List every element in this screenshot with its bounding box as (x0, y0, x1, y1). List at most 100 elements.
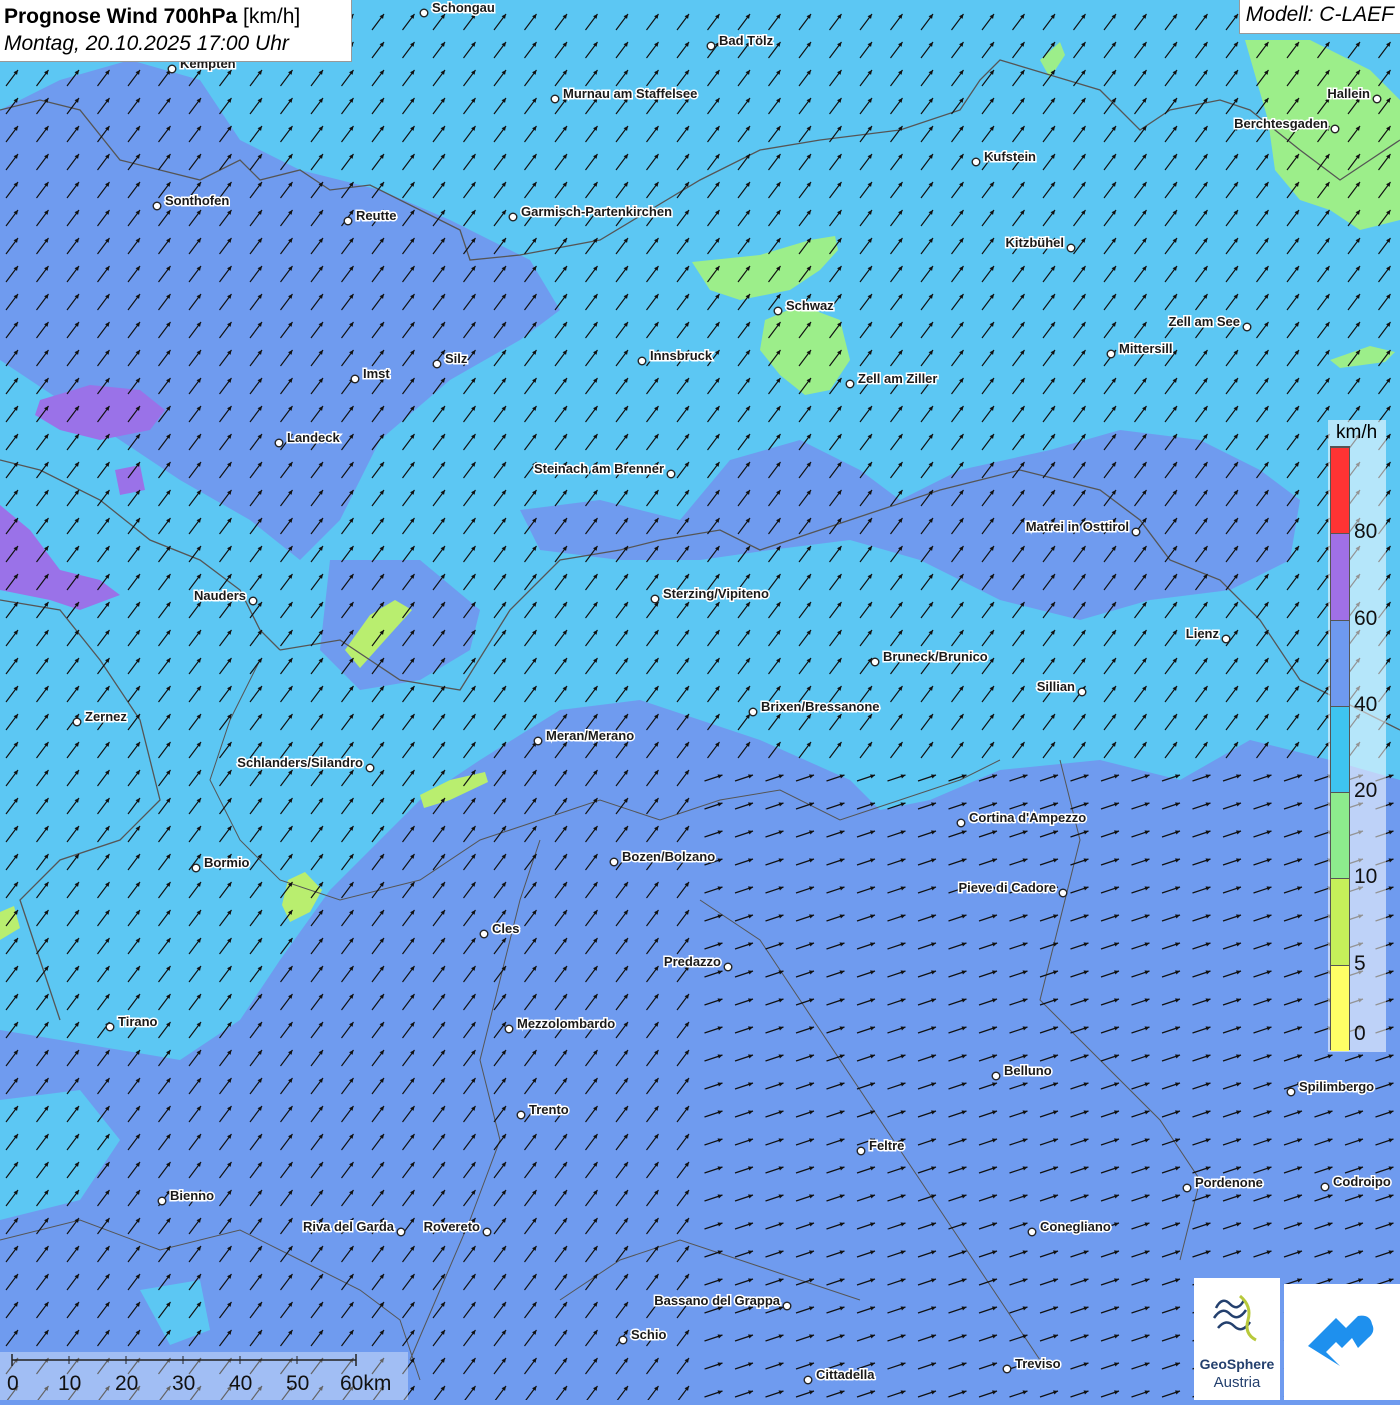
city-dot (637, 356, 647, 366)
city-label: Bad Tölz (719, 33, 774, 48)
city-dot (1131, 527, 1141, 537)
city-dot (1221, 634, 1231, 644)
city-dot (1320, 1182, 1330, 1192)
city-label: Bassano del Grappa (654, 1293, 780, 1308)
city-label: Zernez (85, 709, 127, 724)
city-label: Pieve di Cadore (958, 880, 1056, 895)
city-dot (343, 216, 353, 226)
city-marker[interactable]: Cortina d'Ampezzo (956, 809, 1088, 828)
city-label: Kufstein (984, 149, 1036, 164)
city-dot (956, 818, 966, 828)
city-label: Cortina d'Ampezzo (969, 810, 1086, 825)
city-dot (666, 469, 676, 479)
city-marker[interactable]: Zell am See (1167, 313, 1252, 332)
city-dot (504, 1024, 514, 1034)
city-marker[interactable]: Schongau (419, 0, 496, 18)
scale-label: 10 (58, 1372, 82, 1395)
city-marker[interactable]: Innsbruck (637, 347, 714, 366)
city-marker[interactable]: Bassano del Grappa (653, 1292, 792, 1311)
city-marker[interactable]: Matrei in Osttirol (1024, 518, 1141, 537)
city-label: Schio (631, 1327, 666, 1342)
city-dot (650, 594, 660, 604)
city-label: Steinach am Brenner (534, 461, 664, 476)
city-label: Bruneck/Brunico (883, 649, 988, 664)
city-marker[interactable]: Schlanders/Silandro (236, 754, 375, 773)
city-marker[interactable]: Zell am Ziller (845, 370, 939, 389)
title-bold: Prognose Wind 700hPa (4, 5, 238, 28)
city-marker[interactable]: Murnau am Staffelsee (550, 85, 699, 104)
city-label: Belluno (1004, 1063, 1052, 1078)
city-dot (706, 41, 716, 51)
city-dot (1106, 349, 1116, 359)
city-dot (1058, 888, 1068, 898)
city-dot (1002, 1364, 1012, 1374)
city-marker[interactable]: Riva del Garda (301, 1218, 406, 1237)
city-marker[interactable]: Steinach am Brenner (532, 460, 676, 479)
city-marker[interactable]: Mezzolombardo (504, 1015, 617, 1034)
legend-color-step (1331, 533, 1349, 620)
forecast-datetime: Montag, 20.10.2025 17:00 Uhr (4, 32, 289, 55)
city-dot (803, 1375, 813, 1385)
city-dot (845, 379, 855, 389)
city-dot (782, 1301, 792, 1311)
city-dot (618, 1335, 628, 1345)
geosphere-logo[interactable]: GeoSphere Austria (1194, 1278, 1280, 1400)
city-marker[interactable]: Garmisch-Partenkirchen (508, 203, 674, 222)
city-dot (609, 857, 619, 867)
city-label: Cles (492, 921, 519, 936)
city-dot (723, 962, 733, 972)
city-marker[interactable]: Pordenone (1182, 1174, 1264, 1193)
city-dot (432, 359, 442, 369)
city-label: Garmisch-Partenkirchen (521, 204, 672, 219)
city-label: Treviso (1015, 1356, 1061, 1371)
scale-label: 60km (340, 1372, 392, 1395)
city-label: Brixen/Bressanone (761, 699, 880, 714)
model-label: Modell: C-LAEF (1238, 0, 1400, 34)
scale-bar: 0 10 20 30 40 50 60km (0, 1352, 408, 1400)
city-label: Bienno (170, 1188, 214, 1203)
city-label: Pordenone (1195, 1175, 1263, 1190)
city-marker[interactable]: Spilimbergo (1286, 1078, 1376, 1097)
city-label: Nauders (194, 588, 246, 603)
city-dot (870, 657, 880, 667)
city-label: Kitzbühel (1006, 235, 1065, 250)
city-dot (167, 64, 177, 74)
city-label: Berchtesgaden (1234, 116, 1328, 131)
city-dot (856, 1146, 866, 1156)
city-marker[interactable]: Bozen/Bolzano (609, 848, 717, 867)
city-label: Hallein (1327, 86, 1370, 101)
city-marker[interactable]: Berchtesgaden (1233, 115, 1340, 134)
city-label: Conegliano (1040, 1219, 1111, 1234)
city-label: Bozen/Bolzano (622, 849, 715, 864)
city-dot (991, 1071, 1001, 1081)
city-label: Predazzo (664, 954, 721, 969)
city-marker[interactable]: Conegliano (1027, 1218, 1112, 1237)
city-dot (748, 707, 758, 717)
city-label: Landeck (287, 430, 341, 445)
city-dot (248, 596, 258, 606)
city-label: Lienz (1186, 626, 1220, 641)
city-dot (157, 1196, 167, 1206)
city-label: Zell am See (1168, 314, 1240, 329)
city-label: Bormio (204, 855, 250, 870)
city-marker[interactable]: Meran/Merano (533, 727, 636, 746)
city-label: Murnau am Staffelsee (563, 86, 697, 101)
city-label: Feltre (869, 1138, 904, 1153)
app-logo[interactable] (1284, 1284, 1400, 1400)
city-marker[interactable]: Bruneck/Brunico (870, 648, 989, 667)
geosphere-country: Austria (1213, 1374, 1261, 1391)
city-label: Codroipo (1333, 1174, 1391, 1189)
city-label: Innsbruck (650, 348, 713, 363)
color-legend: km/h 80 60 40 20 10 5 0 (1328, 420, 1386, 1052)
city-marker[interactable]: Brixen/Bressanone (748, 698, 881, 717)
city-marker[interactable]: Pieve di Cadore (957, 879, 1068, 898)
city-dot (274, 438, 284, 448)
city-label: Silz (445, 351, 468, 366)
city-label: Spilimbergo (1299, 1079, 1374, 1094)
city-dot (508, 212, 518, 222)
scale-ruler (11, 1354, 357, 1366)
city-marker[interactable]: Sonthofen (152, 192, 231, 211)
wind-map[interactable]: SchongauBad TölzKemptenMurnau am Staffel… (0, 0, 1400, 1400)
scale-label: 40 (229, 1372, 253, 1395)
city-marker[interactable]: Sterzing/Vipiteno (650, 585, 770, 604)
